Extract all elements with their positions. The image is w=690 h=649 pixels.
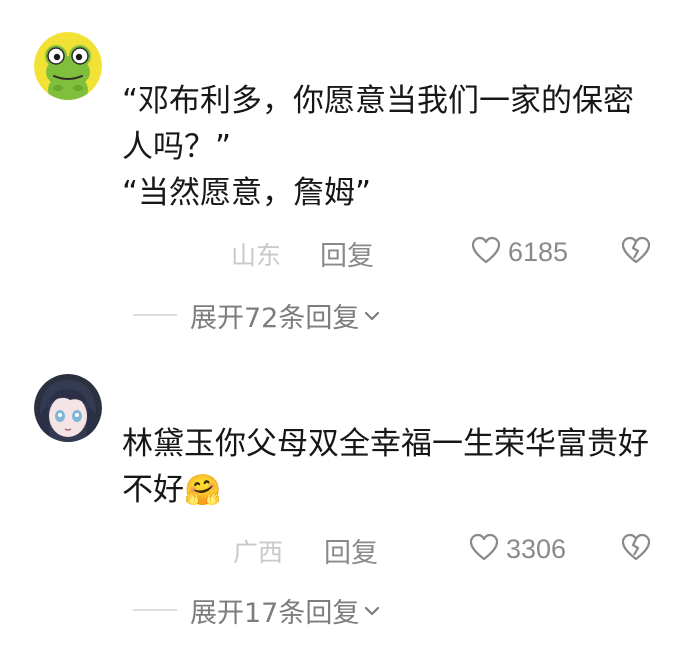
broken-heart-icon[interactable]	[620, 235, 652, 269]
comment-location: 山东	[231, 241, 282, 270]
chevron-down-icon	[363, 603, 381, 622]
comment-meta: 广西 回复 3306	[0, 529, 690, 569]
like-count: 6185	[508, 236, 569, 267]
comment-meta: 山东 回复 6185	[0, 232, 690, 272]
divider-line	[133, 314, 177, 316]
comment-text: “邓布利多，你愿意当我们一家的保密人吗？” “当然愿意，詹姆”	[122, 83, 635, 211]
expand-replies-row: 展开17条回复	[0, 590, 690, 630]
expand-replies-button[interactable]: 展开17条回复	[190, 590, 381, 630]
expand-replies-label: 展开72条回复	[190, 302, 360, 334]
like-count: 3306	[506, 533, 567, 564]
heart-icon	[468, 532, 500, 566]
expand-replies-button[interactable]: 展开72条回复	[190, 295, 381, 335]
heart-icon	[470, 235, 502, 269]
frog-avatar[interactable]	[34, 32, 102, 100]
reply-button[interactable]: 回复	[320, 234, 374, 273]
reply-button[interactable]: 回复	[324, 531, 378, 570]
broken-heart-icon[interactable]	[620, 532, 652, 566]
divider-line	[133, 609, 177, 611]
comment-text: 林黛玉你父母双全幸福一生荣华富贵好不好🤗	[122, 421, 662, 514]
chevron-down-icon	[363, 308, 381, 327]
like-button[interactable]: 6185	[470, 232, 568, 272]
comment-location: 广西	[233, 538, 284, 567]
like-button[interactable]: 3306	[468, 529, 566, 569]
hugging-face-emoji: 🤗	[184, 473, 222, 508]
anime-girl-avatar[interactable]	[34, 374, 102, 442]
expand-replies-row: 展开72条回复	[0, 295, 690, 335]
expand-replies-label: 展开17条回复	[190, 597, 360, 629]
